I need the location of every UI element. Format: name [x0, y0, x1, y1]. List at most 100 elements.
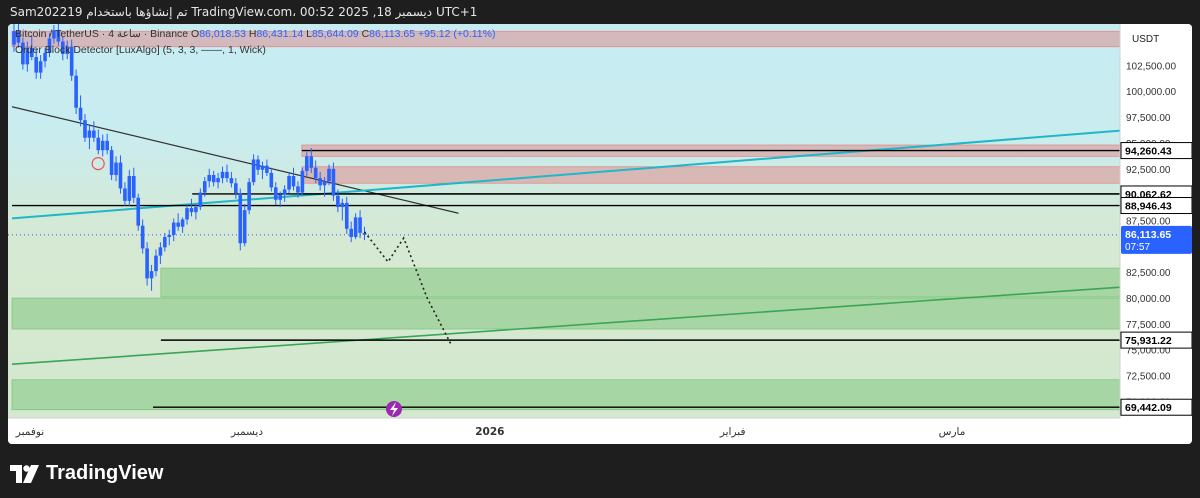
candle-body	[327, 168, 331, 182]
price-tick-label: 77,500.00	[1126, 320, 1171, 331]
candle-body	[322, 181, 327, 186]
candle-body	[198, 192, 203, 208]
candle-body	[140, 225, 145, 249]
candle-body	[331, 168, 336, 196]
candle-body	[176, 222, 180, 227]
candle-body	[131, 176, 136, 198]
candle-body	[273, 187, 278, 200]
candle-body	[238, 193, 243, 244]
candle	[74, 69, 78, 114]
level-price-tag: 75,931.22	[1120, 331, 1192, 349]
bullish-order-block	[160, 267, 1121, 298]
candle-body	[171, 222, 176, 235]
candle-body	[123, 188, 127, 201]
lightning-icon[interactable]	[386, 401, 402, 417]
candle-body	[216, 178, 220, 183]
candle-body	[300, 170, 305, 193]
candle-body	[194, 207, 198, 213]
level-tag-text: 88,946.43	[1125, 201, 1172, 213]
candle-body	[211, 174, 216, 183]
candle-body	[318, 178, 322, 186]
tradingview-logo[interactable]: TradingView	[10, 462, 163, 485]
snapshot-caption: Sam202219 تم إنشاؤها باستخدام TradingVie…	[10, 5, 478, 19]
candle-body	[92, 130, 96, 138]
time-tick-label: مارس	[939, 426, 966, 438]
ohlc-close: 86,113.65	[369, 28, 416, 40]
bottom-bar	[0, 444, 1200, 498]
candle-body	[96, 137, 101, 151]
indicator-title: Order Block Detector [LuxAlgo] (5, 3, 3,…	[15, 44, 266, 56]
candle-body	[269, 172, 274, 188]
candle	[242, 203, 247, 247]
candle-body	[256, 159, 260, 170]
price-tick-label: 97,500.00	[1126, 113, 1171, 124]
candle-body	[163, 237, 167, 248]
tradingview-logo-icon	[10, 464, 39, 483]
price-tick-label: 72,500.00	[1126, 372, 1171, 383]
level-price-tag: 88,946.43	[1120, 197, 1192, 215]
candle-body	[313, 167, 318, 179]
candle-body	[296, 186, 300, 193]
candle-body	[202, 181, 207, 193]
candle-body	[260, 165, 265, 170]
candle	[238, 188, 243, 251]
price-chart[interactable]: 102,500.00100,000.0097,500.0095,000.0092…	[8, 24, 1192, 444]
candle-body	[251, 159, 256, 183]
chart-frame[interactable]: 102,500.00100,000.0097,500.0095,000.0092…	[8, 24, 1192, 444]
time-tick-label: ديسمبر	[230, 426, 263, 438]
time-tick-label: نوفمبر	[15, 426, 44, 438]
candle-body	[100, 140, 105, 151]
candle-body	[78, 107, 83, 121]
candle-body	[185, 208, 189, 220]
currency-label[interactable]: USDT	[1132, 34, 1159, 45]
ohlc-open-label: O	[191, 28, 200, 40]
candle-body	[234, 183, 238, 194]
candle-body	[83, 120, 87, 138]
price-tick-label: 92,500.00	[1126, 165, 1171, 176]
candle-body	[154, 255, 158, 272]
candle	[300, 167, 305, 196]
time-tick-label: 2026	[475, 426, 504, 438]
candle-body	[349, 228, 353, 238]
candle-body	[225, 171, 229, 179]
ohlc-high: 86,431.14	[256, 28, 304, 40]
candle-body	[149, 271, 154, 279]
candle-body	[309, 156, 314, 168]
ohlc-low: 85,644.09	[311, 28, 359, 40]
candle-body	[87, 130, 92, 138]
candle-body	[145, 248, 149, 279]
tradingview-logo-text: TradingView	[46, 462, 164, 484]
candle-body	[34, 57, 38, 73]
candle-body	[247, 182, 251, 211]
candle-body	[158, 247, 163, 256]
bullish-order-block	[11, 379, 1121, 411]
candle-body	[136, 197, 141, 226]
time-axis-background	[8, 418, 1192, 444]
candle-body	[105, 140, 109, 151]
candle-body	[127, 176, 132, 201]
symbol-legend[interactable]: Bitcoin / TetherUS · ساعة 4 · Binance O8…	[15, 28, 495, 40]
bullish-order-block	[11, 297, 1121, 330]
candle-body	[291, 176, 296, 187]
ohlc-change: +95.12 (+0.11%)	[418, 28, 496, 40]
candle	[247, 178, 251, 215]
level-tag-text: 94,260.43	[1125, 146, 1172, 158]
candle-body	[207, 174, 212, 182]
candle-body	[180, 219, 185, 227]
last-price-text: 86,113.65	[1125, 229, 1171, 241]
price-tick-label: 80,000.00	[1126, 294, 1171, 305]
candle-body	[305, 156, 309, 171]
last-price-tag: 86,113.6507:57	[1121, 225, 1192, 254]
candle-body	[353, 217, 358, 238]
candle-body	[344, 202, 349, 229]
candle-body	[336, 195, 340, 208]
price-tick-label: 100,000.00	[1126, 87, 1176, 98]
price-tick-label: 102,500.00	[1126, 61, 1176, 72]
candle-body	[358, 217, 362, 233]
level-tag-text: 69,442.09	[1125, 402, 1172, 414]
candle-body	[265, 165, 269, 173]
price-tick-label: 82,500.00	[1126, 268, 1171, 279]
indicator-legend[interactable]: Order Block Detector [LuxAlgo] (5, 3, 3,…	[15, 44, 266, 56]
candle-body	[118, 162, 123, 189]
candle-body	[167, 234, 172, 238]
